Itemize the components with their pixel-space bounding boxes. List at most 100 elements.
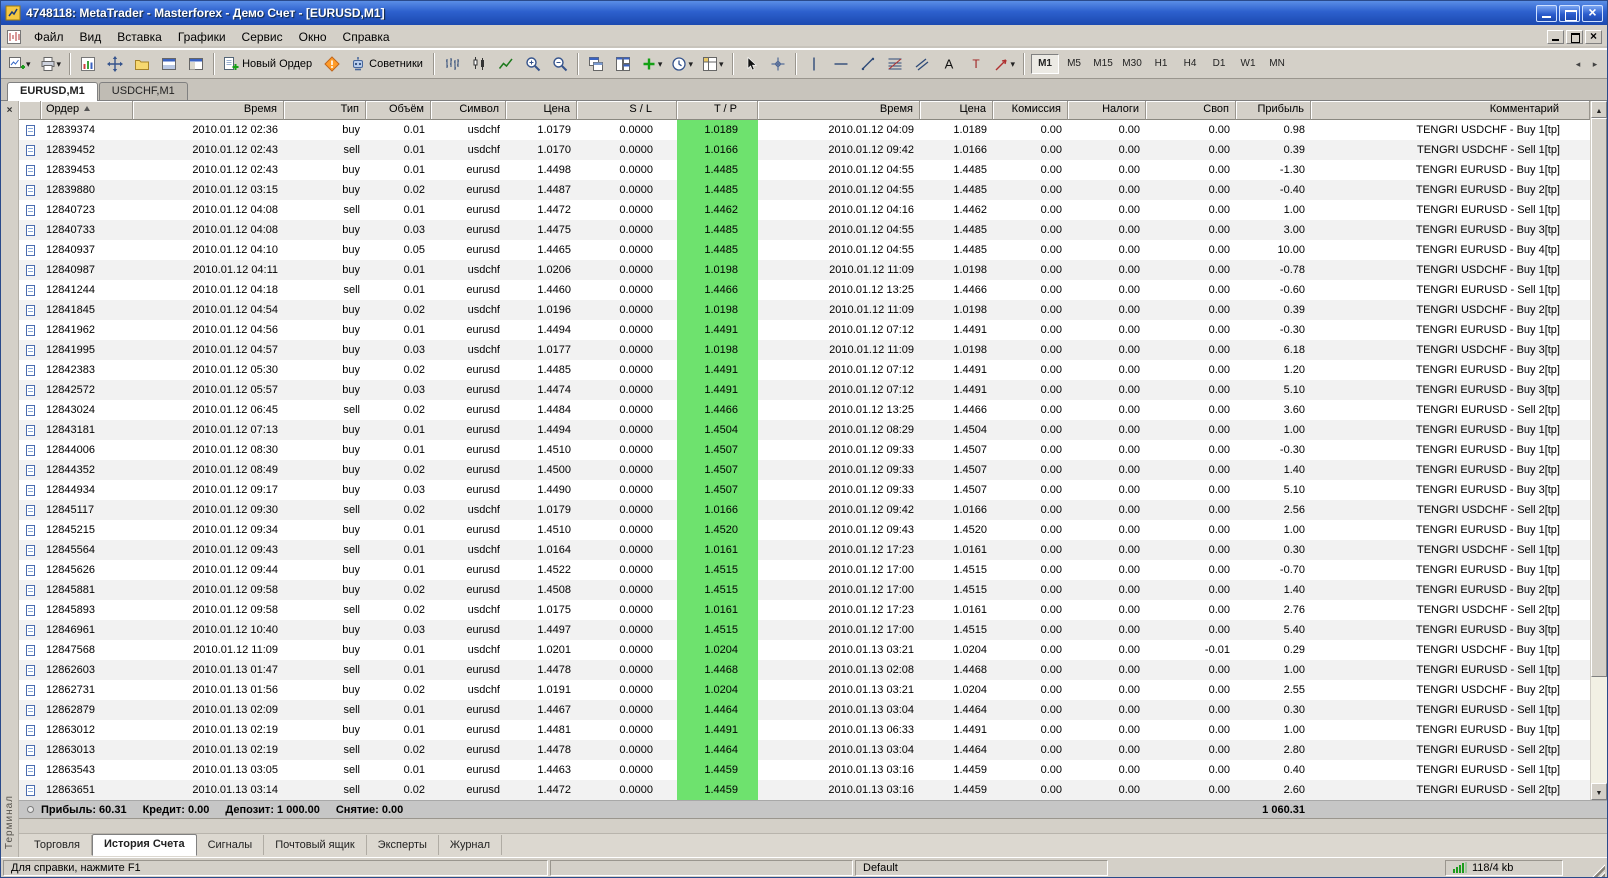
- table-row[interactable]: 128394532010.01.12 02:43buy0.01eurusd1.4…: [19, 160, 1590, 180]
- timeframe-w1-button[interactable]: W1: [1234, 54, 1262, 74]
- toolbar-scroll-left-button[interactable]: [1570, 55, 1586, 73]
- table-row[interactable]: 128449342010.01.12 09:17buy0.03eurusd1.4…: [19, 480, 1590, 500]
- table-row[interactable]: 128630122010.01.13 02:19buy0.01eurusd1.4…: [19, 720, 1590, 740]
- column-header-sl[interactable]: S / L: [577, 101, 677, 120]
- text-button[interactable]: A: [936, 52, 962, 76]
- table-row[interactable]: 128455642010.01.12 09:43sell0.01usdchf1.…: [19, 540, 1590, 560]
- indicators-button[interactable]: [637, 52, 667, 76]
- column-header-symbol[interactable]: Символ: [431, 101, 506, 120]
- table-row[interactable]: 128409372010.01.12 04:10buy0.05eurusd1.4…: [19, 240, 1590, 260]
- table-row[interactable]: 128430242010.01.12 06:45sell0.02eurusd1.…: [19, 400, 1590, 420]
- column-header-taxes[interactable]: Налоги: [1068, 101, 1146, 120]
- table-row[interactable]: 128451172010.01.12 09:30sell0.02usdchf1.…: [19, 500, 1590, 520]
- zoom-out-button[interactable]: [547, 52, 573, 76]
- table-row[interactable]: 128419952010.01.12 04:57buy0.03usdchf1.0…: [19, 340, 1590, 360]
- table-row[interactable]: 128630132010.01.13 02:19sell0.02eurusd1.…: [19, 740, 1590, 760]
- table-row[interactable]: 128418452010.01.12 04:54buy0.02usdchf1.0…: [19, 300, 1590, 320]
- menu-file[interactable]: Файл: [26, 27, 72, 47]
- new-order-button[interactable]: Новый Ордер: [219, 52, 318, 76]
- column-header-comment[interactable]: Комментарий: [1311, 101, 1590, 120]
- scroll-up-button[interactable]: [1591, 101, 1607, 118]
- timeframe-m30-button[interactable]: M30: [1118, 54, 1146, 74]
- table-row[interactable]: 128443522010.01.12 08:49buy0.02eurusd1.4…: [19, 460, 1590, 480]
- minimize-button[interactable]: [1536, 5, 1557, 22]
- tile-windows-button[interactable]: [610, 52, 636, 76]
- table-row[interactable]: 128419622010.01.12 04:56buy0.01eurusd1.4…: [19, 320, 1590, 340]
- terminal-close-button[interactable]: [3, 104, 16, 117]
- arrows-tool-button[interactable]: [990, 52, 1020, 76]
- crosshair-button[interactable]: [765, 52, 791, 76]
- table-row[interactable]: 128412442010.01.12 04:18sell0.01eurusd1.…: [19, 280, 1590, 300]
- column-header-price-open[interactable]: Цена: [506, 101, 577, 120]
- restore-button[interactable]: [1559, 5, 1580, 22]
- app-icon[interactable]: [5, 5, 21, 21]
- market-watch-button[interactable]: [75, 52, 101, 76]
- column-header-swap[interactable]: Своп: [1146, 101, 1236, 120]
- scrollbar-thumb[interactable]: [1591, 118, 1607, 677]
- table-row[interactable]: 128393742010.01.12 02:36buy0.01usdchf1.0…: [19, 120, 1590, 140]
- channel-button[interactable]: [909, 52, 935, 76]
- menu-window[interactable]: Окно: [291, 27, 335, 47]
- vertical-line-button[interactable]: [801, 52, 827, 76]
- table-row[interactable]: 128440062010.01.12 08:30buy0.01eurusd1.4…: [19, 440, 1590, 460]
- tab-account-history[interactable]: История Счета: [92, 834, 197, 856]
- horizontal-line-button[interactable]: [828, 52, 854, 76]
- vertical-scrollbar[interactable]: [1590, 101, 1607, 800]
- toolbar-scroll-right-button[interactable]: [1587, 55, 1603, 73]
- zoom-in-button[interactable]: [520, 52, 546, 76]
- table-row[interactable]: 128627312010.01.13 01:56buy0.02usdchf1.0…: [19, 680, 1590, 700]
- menu-help[interactable]: Справка: [335, 27, 398, 47]
- candlestick-chart-button[interactable]: [466, 52, 492, 76]
- table-row[interactable]: 128407232010.01.12 04:08sell0.01eurusd1.…: [19, 200, 1590, 220]
- table-row[interactable]: 128394522010.01.12 02:43sell0.01usdchf1.…: [19, 140, 1590, 160]
- status-profile[interactable]: Default: [855, 860, 1108, 876]
- menu-view[interactable]: Вид: [72, 27, 110, 47]
- terminal-button[interactable]: [156, 52, 182, 76]
- timeframe-h4-button[interactable]: H4: [1176, 54, 1204, 74]
- templates-button[interactable]: [698, 52, 728, 76]
- trendline-button[interactable]: [855, 52, 881, 76]
- scroll-down-button[interactable]: [1591, 783, 1607, 800]
- column-header-tp[interactable]: T / P: [677, 101, 758, 120]
- timeframe-h1-button[interactable]: H1: [1147, 54, 1175, 74]
- new-chart-button[interactable]: [5, 52, 35, 76]
- table-row[interactable]: 128398802010.01.12 03:15buy0.02eurusd1.4…: [19, 180, 1590, 200]
- child-close-button[interactable]: [1585, 30, 1602, 44]
- chart-tab-usdchf-m1[interactable]: USDCHF,M1: [99, 82, 188, 100]
- close-button[interactable]: [1582, 5, 1603, 22]
- table-row[interactable]: 128469612010.01.12 10:40buy0.03eurusd1.4…: [19, 620, 1590, 640]
- column-header-price-close[interactable]: Цена: [920, 101, 993, 120]
- child-minimize-button[interactable]: [1547, 30, 1564, 44]
- navigator-button[interactable]: [129, 52, 155, 76]
- metaeditor-button[interactable]: [319, 52, 345, 76]
- table-row[interactable]: 128475682010.01.12 11:09buy0.01usdchf1.0…: [19, 640, 1590, 660]
- chart-tab-eurusd-m1[interactable]: EURUSD,M1: [7, 82, 98, 101]
- strategy-tester-button[interactable]: [183, 52, 209, 76]
- column-header-type[interactable]: Тип: [284, 101, 366, 120]
- table-row[interactable]: 128409872010.01.12 04:11buy0.01usdchf1.0…: [19, 260, 1590, 280]
- table-row[interactable]: 128425722010.01.12 05:57buy0.03eurusd1.4…: [19, 380, 1590, 400]
- table-row[interactable]: 128635432010.01.13 03:05sell0.01eurusd1.…: [19, 760, 1590, 780]
- cursor-button[interactable]: [738, 52, 764, 76]
- bar-chart-button[interactable]: [439, 52, 465, 76]
- table-row[interactable]: 128636512010.01.13 03:14sell0.02eurusd1.…: [19, 780, 1590, 800]
- table-row[interactable]: 128431812010.01.12 07:13buy0.01eurusd1.4…: [19, 420, 1590, 440]
- column-header-profit[interactable]: Прибыль: [1236, 101, 1311, 120]
- fibonacci-button[interactable]: [882, 52, 908, 76]
- menu-service[interactable]: Сервис: [234, 27, 291, 47]
- timeframe-m15-button[interactable]: M15: [1089, 54, 1117, 74]
- menu-insert[interactable]: Вставка: [109, 27, 170, 47]
- table-row[interactable]: 128458932010.01.12 09:58sell0.02usdchf1.…: [19, 600, 1590, 620]
- column-header-commission[interactable]: Комиссия: [993, 101, 1068, 120]
- print-button[interactable]: [36, 52, 66, 76]
- tab-trade[interactable]: Торговля: [23, 835, 92, 855]
- tab-signals[interactable]: Сигналы: [197, 835, 265, 855]
- expert-advisors-button[interactable]: Советники: [346, 52, 429, 76]
- text-label-button[interactable]: T: [963, 52, 989, 76]
- timeframe-d1-button[interactable]: D1: [1205, 54, 1233, 74]
- column-header-order[interactable]: Ордер: [41, 101, 133, 120]
- column-header-volume[interactable]: Объём: [366, 101, 431, 120]
- table-row[interactable]: 128628792010.01.13 02:09sell0.01eurusd1.…: [19, 700, 1590, 720]
- tab-experts[interactable]: Эксперты: [367, 835, 439, 855]
- scrollbar-track[interactable]: [1591, 118, 1607, 783]
